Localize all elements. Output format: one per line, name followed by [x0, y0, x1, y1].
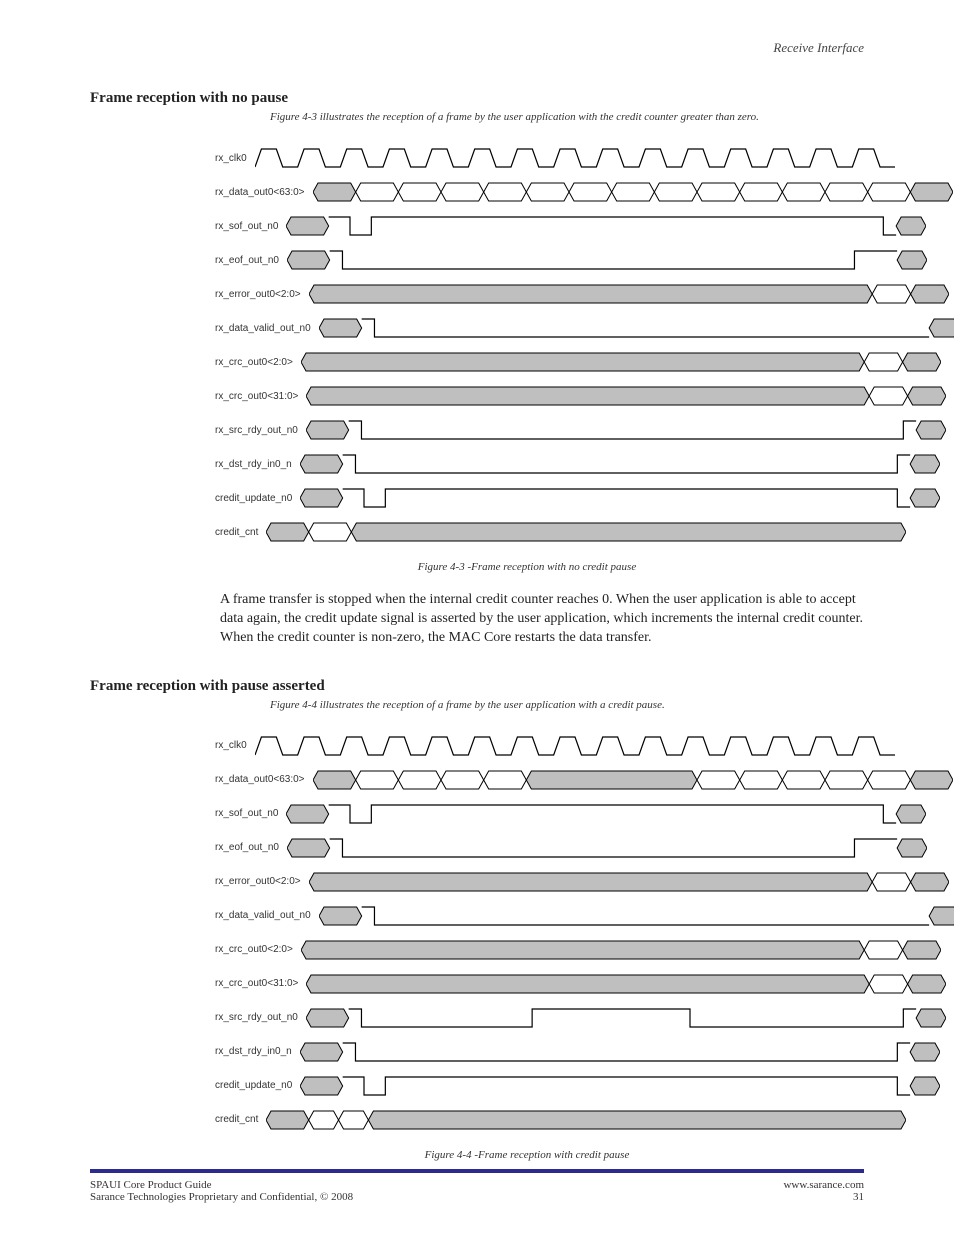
signal-label: rx_eof_out_n0 — [215, 842, 287, 853]
signal-row: credit_update_n0 — [215, 1069, 864, 1103]
signal-row: rx_sof_out_n0 — [215, 797, 864, 831]
signal-row: rx_data_out0<63:0> — [215, 175, 864, 209]
signal-row: credit_update_n0 — [215, 481, 864, 515]
signal-label: rx_error_out0<2:0> — [215, 289, 309, 300]
section-2-title: Frame reception with pause asserted — [90, 678, 864, 695]
signal-waveform — [286, 215, 926, 237]
signal-label: rx_crc_out0<31:0> — [215, 978, 306, 989]
figure-1-label: Figure 4-3 -Frame reception with no cred… — [190, 561, 864, 573]
footer-doc-title: SPAUI Core Product Guide — [90, 1179, 353, 1191]
section-1-title: Frame reception with no pause — [90, 90, 864, 107]
figure-1-diagram: rx_clk0 rx_data_out0<63:0> rx_sof_out_n0rx… — [215, 141, 864, 549]
signal-row: rx_sof_out_n0 — [215, 209, 864, 243]
signal-waveform — [309, 283, 949, 305]
signal-waveform — [287, 837, 927, 859]
signal-row: rx_eof_out_n0 — [215, 831, 864, 865]
signal-waveform — [300, 453, 940, 475]
figure-2-label: Figure 4-4 -Frame reception with credit … — [190, 1149, 864, 1161]
figure-2-caption: Figure 4-4 illustrates the reception of … — [270, 699, 864, 711]
signal-row: rx_dst_rdy_in0_n — [215, 1035, 864, 1069]
footer-page-number: 31 — [783, 1191, 864, 1203]
signal-label: rx_data_valid_out_n0 — [215, 323, 319, 334]
signal-row: credit_cnt — [215, 515, 864, 549]
signal-waveform — [300, 1041, 940, 1063]
signal-waveform — [306, 419, 946, 441]
body-paragraph: A frame transfer is stopped when the int… — [220, 591, 864, 648]
signal-row: rx_crc_out0<31:0> — [215, 967, 864, 1001]
signal-row: rx_clk0 — [215, 729, 864, 763]
signal-waveform — [319, 317, 954, 339]
signal-waveform — [313, 181, 953, 203]
footer-copyright: Sarance Technologies Proprietary and Con… — [90, 1191, 353, 1203]
signal-label: rx_crc_out0<2:0> — [215, 944, 301, 955]
signal-waveform — [319, 905, 954, 927]
footer-left: SPAUI Core Product Guide Sarance Technol… — [90, 1179, 353, 1203]
signal-row: rx_eof_out_n0 — [215, 243, 864, 277]
signal-row: rx_crc_out0<2:0> — [215, 933, 864, 967]
signal-row: rx_clk0 — [215, 141, 864, 175]
signal-waveform — [313, 769, 953, 791]
signal-label: rx_crc_out0<31:0> — [215, 391, 306, 402]
signal-label: credit_update_n0 — [215, 1080, 300, 1091]
signal-waveform — [255, 735, 895, 757]
signal-label: rx_dst_rdy_in0_n — [215, 459, 300, 470]
signal-label: rx_src_rdy_out_n0 — [215, 1012, 306, 1023]
signal-waveform — [301, 939, 941, 961]
signal-row: rx_error_out0<2:0> — [215, 277, 864, 311]
signal-row: rx_data_valid_out_n0 — [215, 311, 864, 345]
signal-row: rx_src_rdy_out_n0 — [215, 413, 864, 447]
signal-waveform — [300, 487, 940, 509]
signal-label: credit_cnt — [215, 527, 266, 538]
signal-waveform — [309, 871, 949, 893]
signal-waveform — [300, 1075, 940, 1097]
signal-row: rx_error_out0<2:0> — [215, 865, 864, 899]
signal-label: rx_data_out0<63:0> — [215, 774, 313, 785]
signal-row: rx_dst_rdy_in0_n — [215, 447, 864, 481]
signal-label: rx_clk0 — [215, 153, 255, 164]
signal-waveform — [287, 249, 927, 271]
signal-label: rx_data_out0<63:0> — [215, 187, 313, 198]
signal-row: rx_data_valid_out_n0 — [215, 899, 864, 933]
signal-row: credit_cnt — [215, 1103, 864, 1137]
signal-waveform — [255, 147, 895, 169]
signal-row: rx_data_out0<63:0> — [215, 763, 864, 797]
signal-waveform — [306, 385, 946, 407]
signal-label: rx_dst_rdy_in0_n — [215, 1046, 300, 1057]
signal-waveform — [266, 1109, 906, 1131]
signal-label: rx_sof_out_n0 — [215, 221, 286, 232]
signal-label: credit_cnt — [215, 1114, 266, 1125]
figure-1-caption: Figure 4-3 illustrates the reception of … — [270, 111, 864, 123]
signal-waveform — [286, 803, 926, 825]
signal-row: rx_src_rdy_out_n0 — [215, 1001, 864, 1035]
footer-url: www.sarance.com — [783, 1179, 864, 1191]
signal-waveform — [306, 1007, 946, 1029]
signal-waveform — [301, 351, 941, 373]
signal-label: rx_src_rdy_out_n0 — [215, 425, 306, 436]
signal-label: rx_sof_out_n0 — [215, 808, 286, 819]
signal-row: rx_crc_out0<2:0> — [215, 345, 864, 379]
signal-label: rx_clk0 — [215, 740, 255, 751]
footer-right: www.sarance.com 31 — [783, 1179, 864, 1203]
signal-waveform — [306, 973, 946, 995]
document-page: Receive Interface Frame reception with n… — [0, 0, 954, 1235]
signal-label: rx_data_valid_out_n0 — [215, 910, 319, 921]
figure-2-diagram: rx_clk0 rx_data_out0<63:0> rx_sof_out_n0rx… — [215, 729, 864, 1137]
signal-label: credit_update_n0 — [215, 493, 300, 504]
running-header: Receive Interface — [773, 40, 864, 56]
signal-label: rx_error_out0<2:0> — [215, 876, 309, 887]
page-footer: SPAUI Core Product Guide Sarance Technol… — [90, 1169, 864, 1203]
signal-label: rx_crc_out0<2:0> — [215, 357, 301, 368]
signal-label: rx_eof_out_n0 — [215, 255, 287, 266]
signal-waveform — [266, 521, 906, 543]
signal-row: rx_crc_out0<31:0> — [215, 379, 864, 413]
